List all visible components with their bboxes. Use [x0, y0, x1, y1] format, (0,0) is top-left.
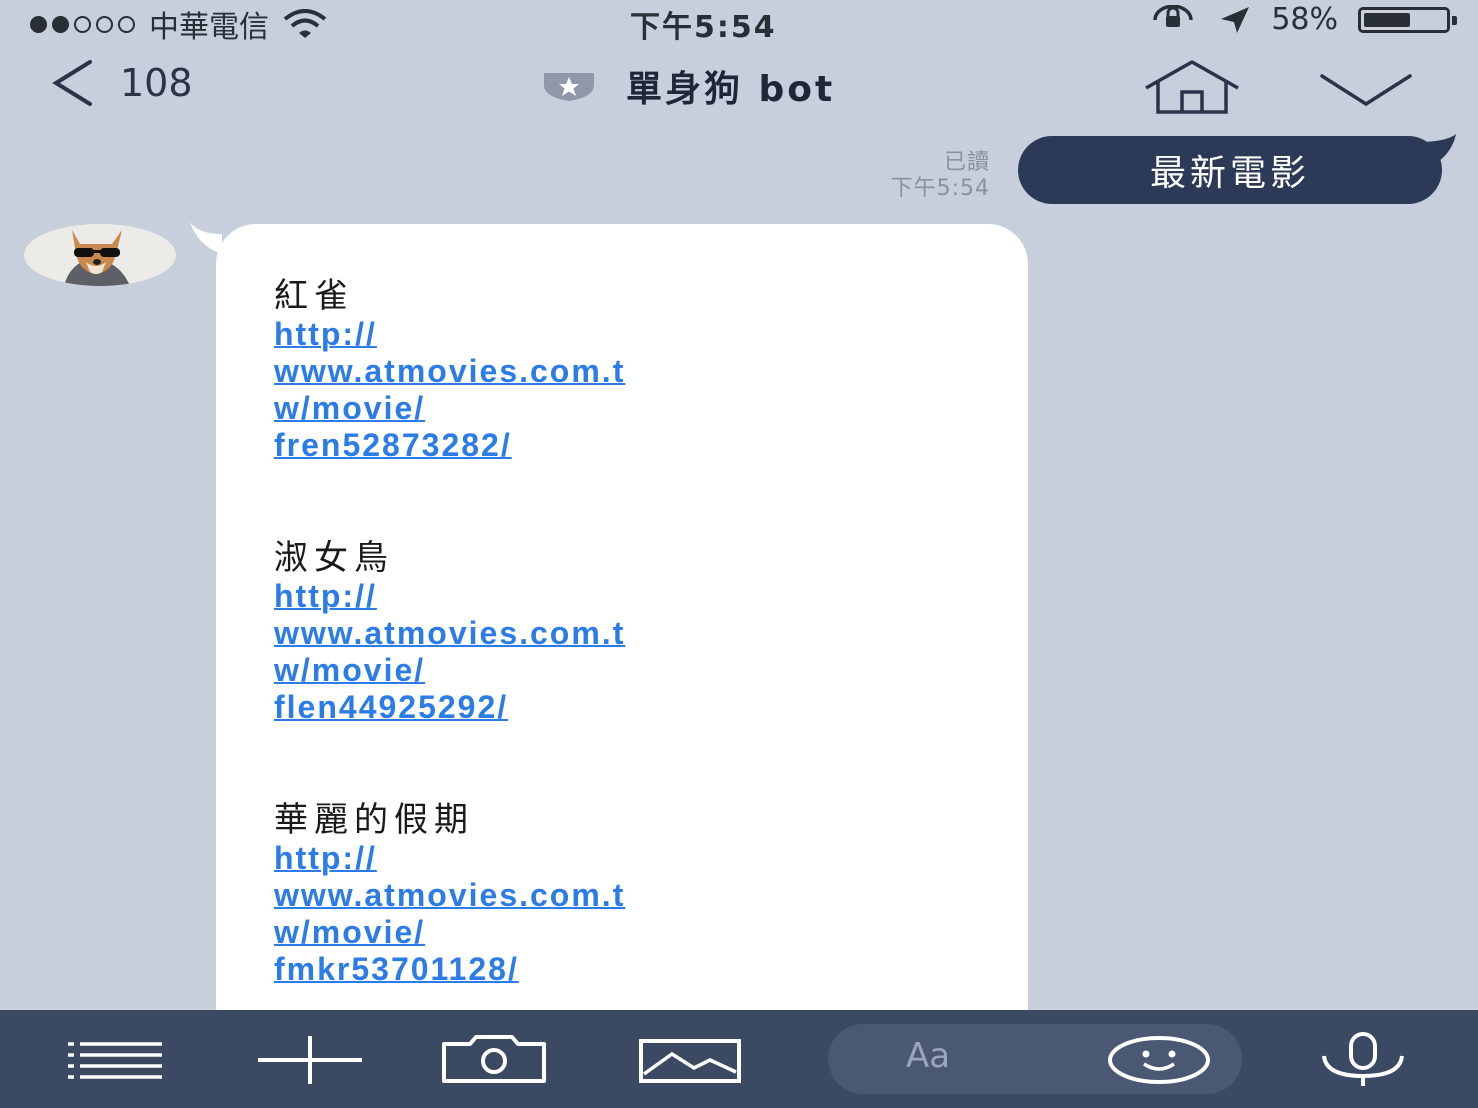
home-icon[interactable]	[1140, 58, 1244, 114]
movie-title: 淑女鳥	[274, 538, 394, 578]
status-left: 中華電信	[30, 2, 327, 46]
wifi-icon	[283, 9, 327, 38]
dog-avatar-icon	[24, 224, 176, 286]
microphone-icon[interactable]	[1318, 1032, 1408, 1088]
movie-link[interactable]: http:// www.atmovies.com.t w/movie/ fren…	[274, 316, 972, 464]
outgoing-message-text: 最新電影	[1149, 153, 1310, 194]
battery-icon	[1358, 6, 1457, 33]
plus-icon[interactable]	[256, 1034, 364, 1086]
location-arrow-icon	[1221, 6, 1250, 33]
back-button[interactable]: 108	[48, 58, 193, 108]
menu-icon[interactable]	[66, 1040, 164, 1080]
incoming-message-bubble[interactable]: 紅雀 http:// www.atmovies.com.t w/movie/ f…	[216, 224, 1028, 1044]
unread-count: 108	[120, 61, 193, 105]
movie-link[interactable]: http:// www.atmovies.com.t w/movie/ fmkr…	[274, 840, 972, 988]
outgoing-message-bubble[interactable]: 最新電影	[1018, 136, 1442, 204]
image-icon[interactable]	[638, 1038, 742, 1084]
chat-title-text: 單身狗 bot	[626, 69, 836, 110]
read-receipt: 已讀	[943, 150, 990, 175]
movie-title: 紅雀	[274, 276, 354, 316]
status-bar: 中華電信 下午5:54 58%	[0, 0, 1478, 46]
movie-entry: 淑女鳥 http:// www.atmovies.com.t w/movie/ …	[274, 538, 972, 726]
movie-entry: 紅雀 http:// www.atmovies.com.t w/movie/ f…	[274, 276, 972, 464]
chevron-down-icon[interactable]	[1318, 70, 1414, 110]
message-meta: 已讀 下午5:54	[810, 150, 990, 202]
message-input-placeholder: Aa	[906, 1036, 951, 1076]
movie-link[interactable]: http:// www.atmovies.com.t w/movie/ flen…	[274, 578, 972, 726]
input-toolbar	[0, 1010, 1478, 1108]
message-time: 下午5:54	[890, 176, 990, 201]
official-badge-icon	[544, 73, 594, 101]
movie-title: 華麗的假期	[274, 800, 474, 840]
battery-percent: 58%	[1271, 2, 1338, 37]
avatar[interactable]	[24, 224, 176, 286]
status-right: 58%	[1147, 2, 1457, 37]
movie-entry: 華麗的假期 http:// www.atmovies.com.t w/movie…	[274, 800, 972, 988]
carrier-label: 中華電信	[149, 10, 269, 45]
chat-title[interactable]: 單身狗 bot	[538, 60, 835, 112]
emoji-icon[interactable]	[1106, 1034, 1212, 1086]
chat-header: 108 單身狗 bot	[0, 44, 1478, 124]
battery-fill	[1364, 12, 1411, 27]
rotation-lock-icon	[1153, 4, 1194, 27]
back-arrow-icon	[52, 60, 92, 106]
camera-icon[interactable]	[440, 1034, 548, 1084]
signal-strength-icon	[30, 15, 135, 33]
status-time: 下午5:54	[630, 10, 777, 45]
